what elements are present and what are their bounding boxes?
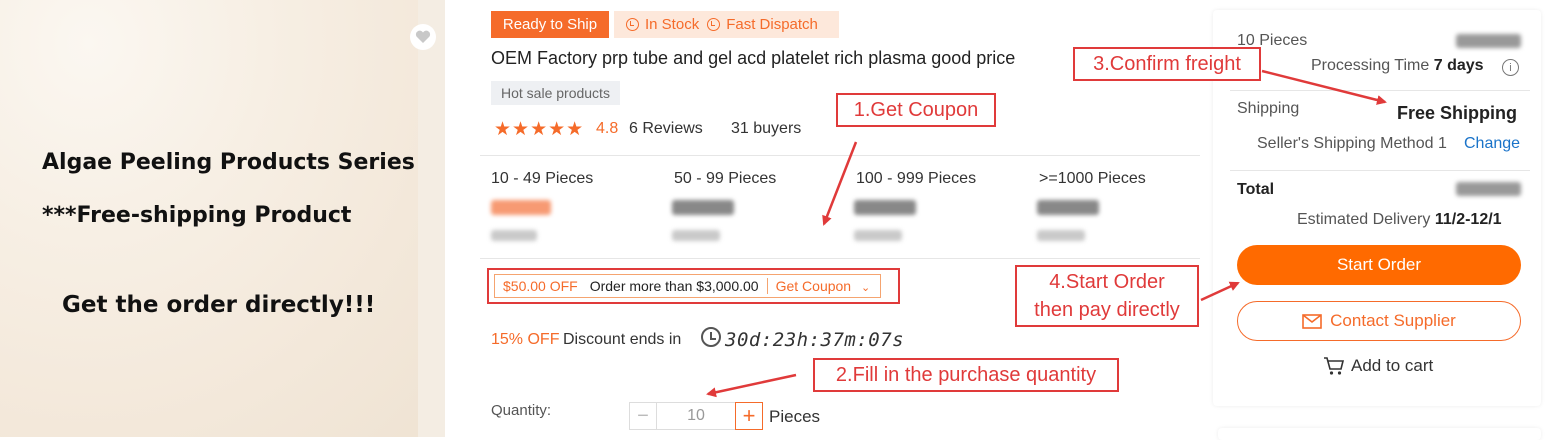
tier-price — [1037, 200, 1099, 215]
processing-time: Processing Time 7 days — [1311, 57, 1484, 75]
quantity-input[interactable]: 10 — [657, 402, 735, 430]
discount-ends-label: Discount ends in — [563, 331, 682, 348]
chevron-down-icon: ⌄ — [860, 282, 871, 294]
promo-subline: ***Free-shipping Product — [42, 203, 352, 228]
change-shipping-link[interactable]: Change — [1464, 135, 1520, 153]
product-title: OEM Factory prp tube and gel acd platele… — [491, 48, 1016, 68]
shipping-method: Seller's Shipping Method 1 — [1257, 135, 1447, 152]
tier-label: 100 - 999 Pieces — [856, 170, 977, 187]
tier-price — [491, 200, 551, 215]
tier-original-price — [491, 230, 537, 241]
promo-strip — [418, 0, 445, 437]
quantity-unit: Pieces — [769, 407, 821, 426]
estimated-delivery: Estimated Delivery 11/2-12/1 — [1297, 211, 1502, 229]
countdown-timer: 30d:23h:37m:07s — [725, 329, 905, 351]
clock-icon — [626, 18, 639, 31]
processing-time-value: 7 days — [1433, 57, 1484, 74]
promo-cta-text: Get the order directly!!! — [62, 292, 376, 318]
tier-original-price — [672, 230, 720, 241]
estimated-delivery-label: Estimated Delivery — [1297, 211, 1431, 228]
order-total — [1456, 182, 1521, 196]
quantity-label: Quantity: — [491, 402, 552, 419]
add-to-cart-button[interactable]: Add to cart — [1323, 356, 1433, 376]
quantity-increment-button[interactable]: + — [735, 402, 763, 430]
tier-original-price — [854, 230, 902, 241]
ready-to-ship-badge: Ready to Ship — [491, 11, 609, 38]
info-icon[interactable]: i — [1502, 59, 1519, 76]
heart-icon[interactable] — [410, 24, 436, 50]
timer-icon — [701, 327, 721, 347]
callout-get-coupon: 1.Get Coupon — [836, 93, 996, 127]
contact-supplier-label: Contact Supplier — [1330, 311, 1456, 330]
buyers-count: 31 buyers — [731, 120, 802, 137]
promo-headline: Algae Peeling Products Series — [42, 150, 415, 175]
star-icon: ★★★★★ — [494, 119, 585, 140]
start-order-button[interactable]: Start Order — [1237, 245, 1521, 285]
quantity-decrement-button[interactable]: − — [629, 402, 657, 430]
clock-icon — [707, 18, 721, 31]
callout-fill-quantity: 2.Fill in the purchase quantity — [813, 358, 1119, 392]
callout-start-order-line1: 4.Start Order — [1049, 271, 1165, 293]
tier-price — [672, 200, 734, 215]
divider — [480, 155, 1200, 156]
callout-start-order-line2: then pay directly — [1034, 299, 1180, 321]
get-coupon-label: Get Coupon — [775, 278, 852, 294]
divider — [1230, 90, 1530, 91]
total-label: Total — [1237, 181, 1275, 198]
order-subtotal — [1456, 34, 1521, 48]
estimated-delivery-value: 11/2-12/1 — [1434, 211, 1502, 228]
coupon-condition: Order more than $3,000.00 — [589, 278, 759, 294]
rating-value: 4.8 — [596, 120, 619, 137]
mail-icon — [1302, 313, 1322, 329]
divider — [1230, 170, 1530, 171]
tier-label: 10 - 49 Pieces — [491, 170, 594, 187]
get-coupon-button[interactable]: Get Coupon ⌄ — [768, 278, 881, 294]
shipping-label: Shipping — [1237, 100, 1300, 117]
cart-icon — [1324, 357, 1345, 375]
stock-dispatch-badge: In Stock Fast Dispatch — [614, 11, 839, 38]
in-stock-label: In Stock — [645, 16, 700, 33]
tier-original-price — [1037, 230, 1085, 241]
tier-price — [854, 200, 916, 215]
hot-sale-tag[interactable]: Hot sale products — [491, 81, 620, 105]
add-to-cart-label: Add to cart — [1351, 356, 1434, 375]
tier-label: 50 - 99 Pieces — [674, 170, 777, 187]
shipping-value: Free Shipping — [1397, 103, 1518, 123]
coupon-amount: $50.00 OFF — [503, 278, 578, 294]
coupon-banner[interactable]: $50.00 OFF Order more than $3,000.00 Get… — [494, 274, 882, 298]
divider — [480, 258, 1200, 259]
tier-label: >=1000 Pieces — [1039, 170, 1146, 187]
reviews-link[interactable]: 6 Reviews — [629, 120, 703, 138]
fast-dispatch-label: Fast Dispatch — [726, 16, 818, 33]
callout-start-order: 4.Start Order then pay directly — [1015, 265, 1199, 327]
contact-supplier-button[interactable]: Contact Supplier — [1237, 301, 1521, 341]
callout-confirm-freight: 3.Confirm freight — [1073, 47, 1261, 81]
processing-time-label: Processing Time — [1311, 57, 1430, 74]
discount-percent: 15% OFF — [491, 331, 560, 348]
secondary-card — [1218, 428, 1541, 440]
